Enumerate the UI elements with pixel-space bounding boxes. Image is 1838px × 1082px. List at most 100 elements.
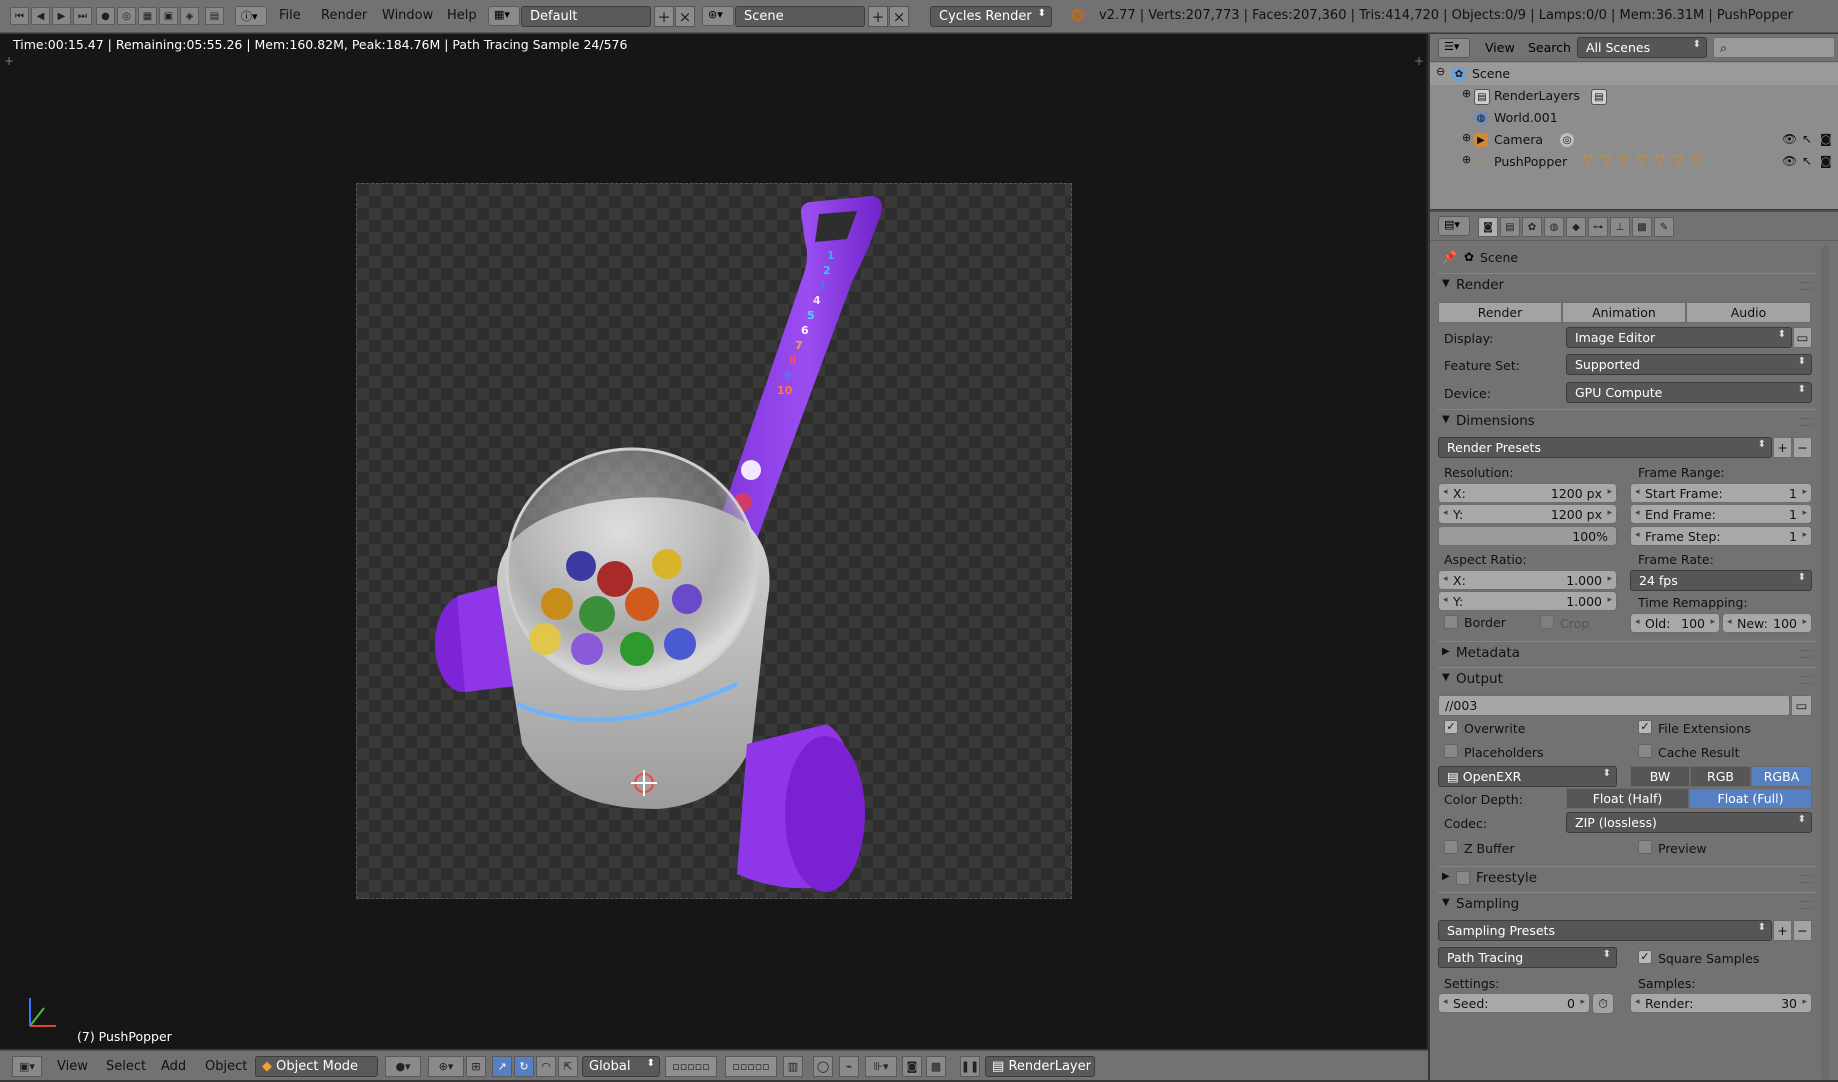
rotate-arc-icon[interactable]: ◠ [536, 1056, 556, 1077]
select-arrow-icon[interactable]: ↖ [1802, 154, 1812, 168]
float-full-toggle[interactable]: Float (Full) [1689, 788, 1812, 809]
aspect-x-field[interactable]: ◂ X: 1.000 ▸ [1438, 570, 1617, 590]
corner-plus-icon[interactable]: + [4, 54, 14, 68]
tab-constraints-icon[interactable]: ⊶ [1588, 217, 1608, 237]
seed-field[interactable]: ◂ Seed: 0 ▸ [1438, 993, 1590, 1013]
rotate-manipulator-icon[interactable]: ↻ [514, 1056, 534, 1077]
outliner-row-world[interactable]: ◍ World.001 [1430, 107, 1838, 129]
select-arrow-icon[interactable]: ↖ [1802, 132, 1812, 146]
cache-result-checkbox[interactable] [1638, 744, 1652, 758]
drag-grip-icon[interactable] [1800, 676, 1812, 684]
drag-grip-icon[interactable] [1800, 282, 1812, 290]
tab-render-layers-icon[interactable]: ▤ [1500, 217, 1520, 237]
mode-dropdown[interactable]: ◆ Object Mode [255, 1056, 378, 1077]
border-checkbox[interactable] [1444, 615, 1458, 629]
tab-render-icon[interactable]: ◙ [1478, 217, 1498, 237]
resolution-percentage-slider[interactable]: 100% [1438, 526, 1617, 546]
color-rgba-toggle[interactable]: RGBA [1751, 766, 1812, 787]
tab-texture-icon[interactable]: ▩ [1632, 217, 1652, 237]
panel-freestyle-header[interactable]: ▶ Freestyle [1438, 866, 1816, 891]
scene-field[interactable]: Scene [735, 6, 865, 27]
add-scene-icon[interactable]: + [868, 6, 888, 27]
color-bw-toggle[interactable]: BW [1630, 766, 1690, 787]
viewport-shading-icon[interactable]: ●▾ [385, 1056, 421, 1077]
file-extensions-checkbox[interactable]: ✓ [1638, 720, 1652, 734]
visibility-eye-icon[interactable]: 👁 [1782, 154, 1797, 168]
tab-world-icon[interactable]: ◍ [1544, 217, 1564, 237]
jump-end-icon[interactable]: ⏭ [73, 7, 92, 25]
render-viewport-icon[interactable]: ◙ [902, 1056, 922, 1077]
menu-render[interactable]: Render [321, 8, 367, 23]
render-layer-field[interactable]: ▤ RenderLayer [985, 1056, 1095, 1077]
pin-icon[interactable]: 📌 [1442, 250, 1457, 264]
start-frame-field[interactable]: ◂ Start Frame: 1 ▸ [1630, 483, 1812, 503]
render-engine-dropdown[interactable]: Cycles Render ⬍ [930, 6, 1052, 27]
manipulator-toggle-icon[interactable]: ⊞ [466, 1056, 486, 1077]
corner-plus-icon-right[interactable]: + [1414, 54, 1424, 68]
layers-grid-a[interactable]: ▫▫▫▫▫ [665, 1056, 717, 1077]
outliner-menu-search[interactable]: Search [1528, 40, 1571, 55]
layers-grid-b[interactable]: ▫▫▫▫▫ [725, 1056, 777, 1077]
color-rgb-toggle[interactable]: RGB [1690, 766, 1751, 787]
outliner-editor-icon[interactable]: ☰▾ [1438, 38, 1470, 58]
render-anim-icon[interactable]: ▩ [926, 1056, 946, 1077]
square-samples-checkbox[interactable]: ✓ [1638, 950, 1652, 964]
menu-select[interactable]: Select [106, 1059, 146, 1074]
properties-scrollbar[interactable] [1821, 246, 1829, 1080]
preview-checkbox[interactable] [1638, 840, 1652, 854]
scale-manipulator-icon[interactable]: ⇱ [558, 1056, 578, 1077]
snap-element-icon[interactable]: ⊪▾ [865, 1056, 897, 1077]
lock-interface-icon[interactable]: ▭ [1793, 327, 1812, 348]
orientation-dropdown[interactable]: Global ⬍ [582, 1056, 660, 1077]
visibility-eye-icon[interactable]: 👁 [1782, 132, 1797, 146]
image-icon[interactable]: ▤ [205, 7, 224, 25]
drag-grip-icon[interactable] [1800, 650, 1812, 658]
layout-icon[interactable]: ▦▾ [488, 6, 520, 26]
render-icon[interactable]: ● [96, 7, 115, 25]
snap-icon[interactable]: ⌁ [839, 1056, 859, 1077]
placeholders-checkbox[interactable] [1444, 744, 1458, 758]
audio-button[interactable]: Audio [1686, 302, 1811, 323]
scene-icon[interactable]: ⊛▾ [702, 6, 734, 26]
overwrite-checkbox[interactable]: ✓ [1444, 720, 1458, 734]
expand-icon[interactable]: ⊕ [1462, 87, 1471, 100]
pause-icon[interactable]: ❚❚ [960, 1056, 980, 1077]
end-frame-field[interactable]: ◂ End Frame: 1 ▸ [1630, 504, 1812, 524]
freestyle-checkbox[interactable] [1456, 871, 1470, 885]
outliner-row-pushpopper[interactable]: ⊕ ⊥ PushPopper ▽▽▽▽▽▽▽ 👁 ↖ ◙ [1430, 151, 1838, 173]
translate-manipulator-icon[interactable]: ↗ [492, 1056, 512, 1077]
sampling-presets-dropdown[interactable]: Sampling Presets ⬍ [1438, 920, 1772, 941]
menu-view[interactable]: View [57, 1059, 88, 1074]
menu-help[interactable]: Help [447, 8, 477, 23]
tab-scene-icon[interactable]: ✿ [1522, 217, 1542, 237]
add-preset-icon[interactable]: + [1773, 437, 1792, 458]
render-presets-dropdown[interactable]: Render Presets ⬍ [1438, 437, 1772, 458]
panel-output-header[interactable]: ▼ Output [1438, 667, 1816, 692]
editor-type-info-icon[interactable]: ⓘ▾ [235, 6, 267, 26]
outliner-row-scene[interactable]: ⊖ ✿ Scene [1430, 63, 1838, 85]
frame-step-field[interactable]: ◂ Frame Step: 1 ▸ [1630, 526, 1812, 546]
panel-render-header[interactable]: ▼ Render [1438, 273, 1816, 298]
resolution-x-field[interactable]: ◂ X: 1200 px ▸ [1438, 483, 1617, 503]
outliner-row-camera[interactable]: ⊕ ▶ Camera ◎ 👁 ↖ ◙ [1430, 129, 1838, 151]
menu-object[interactable]: Object [205, 1059, 247, 1074]
panel-sampling-header[interactable]: ▼ Sampling [1438, 892, 1816, 917]
material-icon[interactable]: ◎ [117, 7, 136, 25]
add-sampling-preset-icon[interactable]: + [1773, 920, 1792, 941]
lock-layer-icon[interactable]: ▥ [783, 1056, 803, 1077]
render-toggle-icon[interactable]: ◙ [1820, 132, 1832, 146]
outliner-row-renderlayers[interactable]: ⊕ ▤ RenderLayers ▤ [1430, 85, 1838, 107]
jump-start-icon[interactable]: ⏮ [10, 7, 29, 25]
drag-grip-icon[interactable] [1800, 875, 1812, 883]
close-scene-icon[interactable]: × [889, 6, 909, 27]
time-new-field[interactable]: ◂ New: 100 ▸ [1722, 613, 1812, 633]
file-format-dropdown[interactable]: ▤ OpenEXR ⬍ [1438, 766, 1617, 787]
aspect-y-field[interactable]: ◂ Y: 1.000 ▸ [1438, 591, 1617, 611]
editor-type-3d-icon[interactable]: ▣▾ [12, 1056, 42, 1077]
menu-file[interactable]: File [279, 8, 301, 23]
expand-icon[interactable]: ⊕ [1462, 153, 1471, 166]
render-toggle-icon[interactable]: ◙ [1820, 154, 1832, 168]
z-buffer-checkbox[interactable] [1444, 840, 1458, 854]
shield-icon[interactable]: ◈ [180, 7, 199, 25]
animation-button[interactable]: Animation [1562, 302, 1686, 323]
